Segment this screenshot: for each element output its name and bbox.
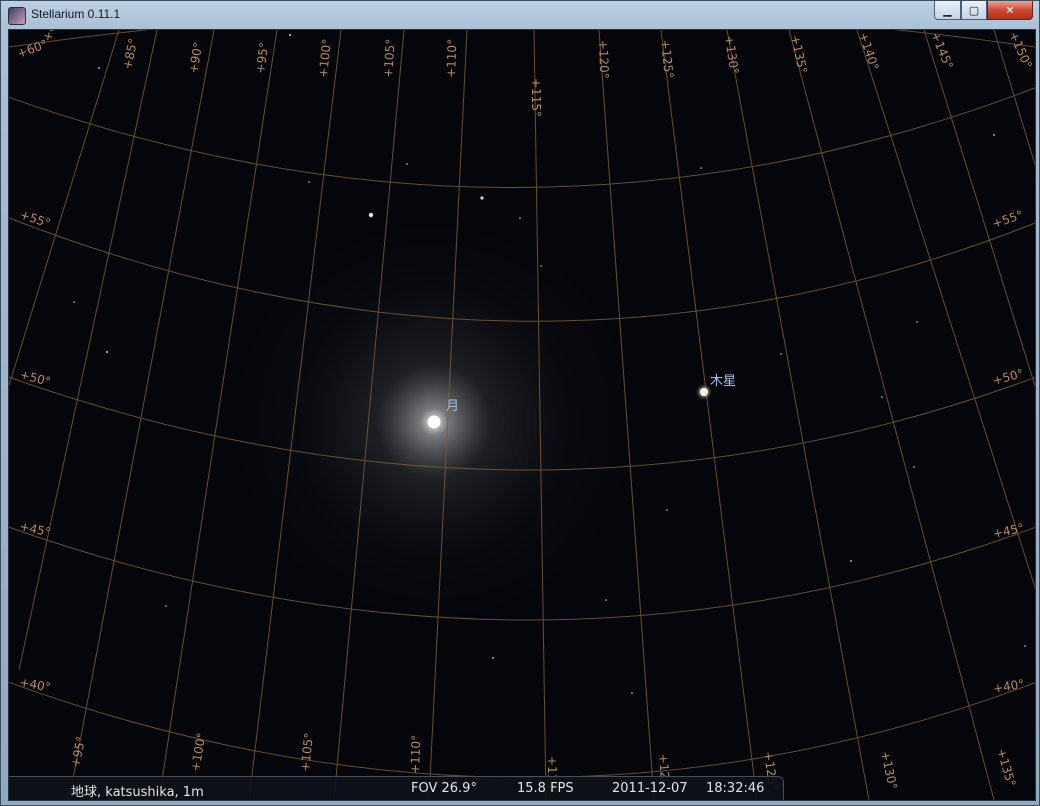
star[interactable] <box>519 217 521 219</box>
maximize-icon: ▢ <box>968 3 980 17</box>
grid-label-ra-105-bottom: +105° <box>298 732 316 772</box>
star[interactable] <box>780 353 782 355</box>
star[interactable] <box>165 605 167 607</box>
ra-line-80 <box>9 30 120 388</box>
star[interactable] <box>913 466 915 468</box>
ra-line-145 <box>923 30 1035 388</box>
grid-label-ra-135-bottom: +135° <box>994 747 1018 788</box>
grid-label-dec-45-left: +45° <box>18 519 52 539</box>
grid-label-ra-95-top: +95° <box>253 41 271 74</box>
star[interactable] <box>993 134 995 136</box>
sky-canvas[interactable]: +60° +55° +50° +45° +40° +55° +50° +45° … <box>9 30 1035 800</box>
grid-label-ra-100-bottom: +100° <box>188 732 209 773</box>
grid-label-ra-85-top: +85° <box>120 37 140 71</box>
grid-label-ra-140-top: +140° <box>856 31 881 72</box>
star[interactable] <box>368 212 374 218</box>
ra-line-90 <box>68 30 215 800</box>
grid-label-ra-105-top: +105° <box>381 38 398 78</box>
grid-label-ra-125-top: +125° <box>658 39 676 79</box>
star[interactable] <box>605 599 607 601</box>
title-bar[interactable]: Stellarium 0.11.1 ▁ ▢ ✕ <box>1 1 1039 29</box>
star[interactable] <box>98 67 100 69</box>
star[interactable] <box>850 560 852 562</box>
status-bar: 地球, katsushika, 1m FOV 26.9° 15.8 FPS 20… <box>9 776 784 800</box>
star[interactable] <box>700 167 702 169</box>
date-readout: 2011-12-07 <box>612 781 688 796</box>
ra-line-85 <box>18 30 158 671</box>
grid-label-ra-135-top: +135° <box>788 34 810 75</box>
star[interactable] <box>1024 645 1026 647</box>
close-icon: ✕ <box>1005 3 1015 17</box>
grid-label-ra-150-top: +150° <box>1006 30 1035 71</box>
stellarium-app-icon[interactable] <box>8 7 26 25</box>
ra-line-135 <box>788 30 995 800</box>
grid-label-dec-55-left: +55° <box>18 208 52 231</box>
app-window: Stellarium 0.11.1 ▁ ▢ ✕ +60° +55° +50° +… <box>0 0 1040 806</box>
window-title: Stellarium 0.11.1 <box>31 7 121 21</box>
star[interactable] <box>308 181 310 183</box>
grid-label-dec-50-right: +50° <box>991 366 1025 388</box>
star[interactable] <box>73 301 75 303</box>
grid-label-ra-95-bottom: +95° <box>68 735 88 769</box>
star[interactable] <box>480 196 484 200</box>
moon-label[interactable]: 月 <box>446 395 459 414</box>
minimize-button[interactable]: ▁ <box>934 1 961 20</box>
ra-line-130 <box>726 30 870 800</box>
dec-line-60 <box>9 87 1035 188</box>
grid-label-ra-110-top: +110° <box>444 39 459 78</box>
window-controls: ▁ ▢ ✕ <box>934 1 1033 21</box>
grid-label-ra-130-top: +130° <box>722 34 741 75</box>
jupiter-label[interactable]: 木星 <box>710 370 736 389</box>
star[interactable] <box>492 657 494 659</box>
fov-readout: FOV 26.9° <box>411 781 477 796</box>
close-button[interactable]: ✕ <box>987 1 1033 20</box>
grid-label-ra-110-bottom: +110° <box>408 735 423 774</box>
star[interactable] <box>666 509 668 511</box>
grid-label-dec-40-right: +40° <box>992 677 1025 696</box>
star[interactable] <box>916 321 918 323</box>
moon[interactable] <box>427 415 441 429</box>
star[interactable] <box>631 692 633 694</box>
ra-line-125 <box>660 30 758 800</box>
grid-label-ra-120-top: +120° <box>596 40 611 79</box>
minimize-icon: ▁ <box>943 3 952 17</box>
grid-label-dec-40-left: +40° <box>18 675 51 694</box>
star[interactable] <box>106 351 108 353</box>
time-readout: 18:32:46 <box>706 781 765 796</box>
sky-view[interactable]: +60° +55° +50° +45° +40° +55° +50° +45° … <box>8 29 1036 801</box>
grid-label-ra-115-top: +115° <box>529 78 543 117</box>
grid-label-dec-45-right: +45° <box>992 521 1026 541</box>
grid-label-ra-130-bottom: +130° <box>878 750 900 791</box>
star[interactable] <box>289 34 291 36</box>
grid-label-ra-90-top: +90° <box>186 41 205 74</box>
grid-label-dec-55-right: +55° <box>991 208 1025 231</box>
star[interactable] <box>881 396 883 398</box>
star[interactable] <box>540 265 542 267</box>
grid-label-ra-100-top: +100° <box>316 38 334 78</box>
fps-readout: 15.8 FPS <box>517 781 574 796</box>
moon-disc[interactable] <box>427 415 441 429</box>
jupiter-disc[interactable] <box>700 388 708 396</box>
dec-line-62 <box>9 30 1035 48</box>
star[interactable] <box>406 163 408 165</box>
maximize-button[interactable]: ▢ <box>961 1 987 20</box>
location-readout: 地球, katsushika, 1m <box>71 785 204 800</box>
